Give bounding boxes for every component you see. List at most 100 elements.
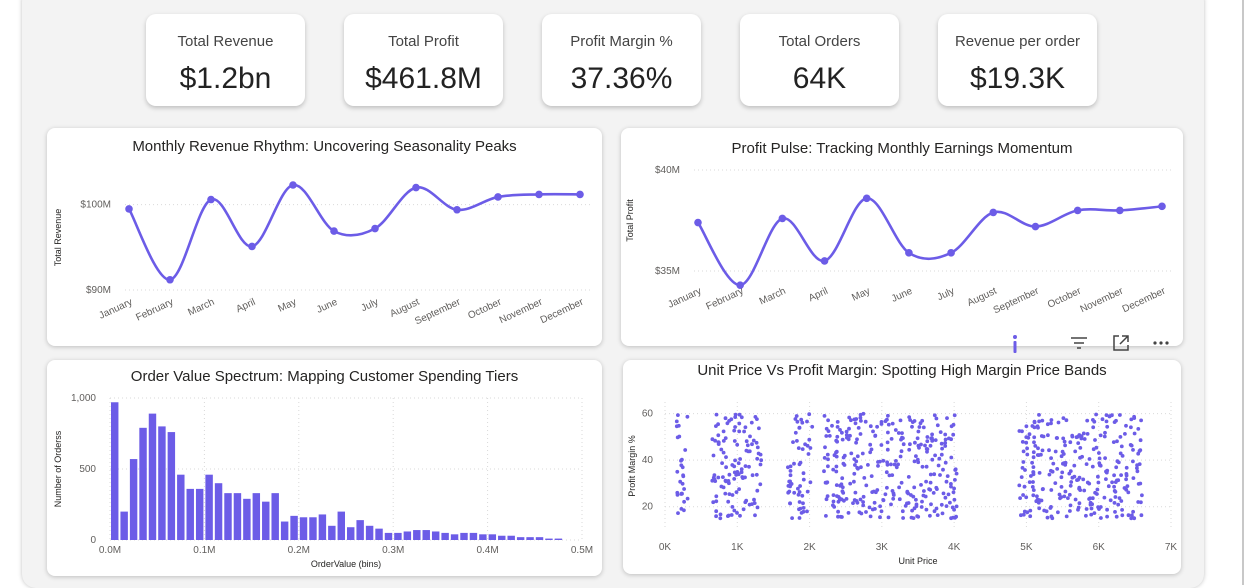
scatter-point [720,461,724,465]
scatter-point [834,483,839,487]
scatter-point [805,443,810,448]
scatter-point [952,497,957,502]
series-line [127,183,581,282]
scatter-point [1139,500,1143,505]
scatter-point [1069,480,1074,484]
scatter-point [1023,468,1027,472]
scatter-point [826,464,830,469]
scatter-point [852,479,856,484]
scatter-point [1051,461,1056,466]
scatter-point [1087,497,1091,501]
scatter-point [905,501,909,506]
scatter-point [714,514,718,519]
scatter-point [935,423,940,428]
histogram-bar [243,498,251,540]
scatter-point [1131,509,1135,514]
scatter-point [853,463,857,467]
histogram-bar [507,535,515,540]
scatter-point [930,457,935,462]
kpi-card-total-revenue[interactable]: Total Revenue $1.2bn [146,14,305,106]
y-tick-label: 500 [79,464,96,475]
scatter-point [871,489,876,494]
order-value-histogram-card[interactable]: Order Value Spectrum: Mapping Customer S… [47,360,602,576]
scatter-point [1097,456,1102,461]
scatter-point [1044,509,1049,514]
scatter-point [797,516,802,520]
scatter-point [1104,419,1109,424]
scatter-point [876,460,880,464]
scatter-point [914,497,918,502]
x-tick-label: July [359,297,380,314]
data-point [248,242,256,251]
y-tick-label: 1,000 [71,393,96,404]
scatter-point [1084,462,1089,466]
filter-icon[interactable] [1068,332,1090,354]
scatter-point [1027,480,1032,484]
x-tick-label: July [936,286,957,303]
histogram-bar [375,528,383,540]
scatter-point [835,425,840,429]
kpi-card-profit-margin[interactable]: Profit Margin % 37.36% [542,14,701,106]
profit-line-chart-card[interactable]: Profit Pulse: Tracking Monthly Earnings … [621,128,1183,346]
scatter-point [1031,455,1036,460]
scatter-point [716,475,721,480]
kpi-card-total-orders[interactable]: Total Orders 64K [740,14,899,106]
x-tick-label: November [498,296,545,326]
scatter-point [899,449,904,454]
scatter-point [912,485,917,490]
scatter-point [806,452,811,456]
price-margin-scatter-card[interactable]: Unit Price Vs Profit Margin: Spotting Hi… [623,360,1181,574]
scatter-point [790,516,794,520]
revenue-line-chart-card[interactable]: Monthly Revenue Rhythm: Uncovering Seaso… [47,128,602,346]
scatter-point [730,505,735,509]
scatter-point [845,435,849,440]
data-point [535,190,543,199]
scatter-point [1054,436,1059,440]
histogram-bar [120,511,128,540]
scatter-point [887,473,892,478]
histogram-bar [177,474,185,540]
scatter-point [824,480,829,485]
scatter-point [924,447,929,451]
scatter-point [919,442,923,447]
scatter-point [1113,495,1118,499]
x-tick-label: June [890,286,915,305]
scatter-point [1031,470,1036,475]
more-options-icon[interactable] [1150,332,1172,354]
scatter-point [834,438,839,443]
revenue-line-chart: $100M $90M Total Revenue January February Mar… [53,181,590,327]
info-icon[interactable] [1004,332,1026,354]
kpi-card-revenue-per-order[interactable]: Revenue per order $19.3K [938,14,1097,106]
scatter-point [1131,459,1135,464]
histogram-bar [516,537,525,540]
scatter-point [918,421,923,426]
scatter-point [796,446,801,450]
scatter-point [1129,417,1134,422]
scatter-point [1063,489,1068,494]
scatter-point [901,442,906,447]
scatter-point [798,506,803,511]
scatter-point [1060,470,1065,475]
scatter-point [836,499,841,504]
scatter-point [724,465,728,470]
scatter-point [1090,496,1095,501]
scatter-point [1056,510,1060,515]
scatter-point [875,424,879,429]
scatter-point [849,418,853,423]
focus-mode-icon[interactable] [1110,332,1132,354]
histogram-bar [469,532,478,540]
scatter-point [910,424,914,429]
kpi-label: Total Orders [778,33,861,50]
data-point [1116,206,1124,215]
kpi-value: $1.2bn [179,62,272,95]
histogram-bar [356,520,364,540]
scatter-point [1087,457,1092,461]
scatter-point [943,437,948,442]
scatter-point [755,456,760,461]
scatter-point [849,451,854,456]
kpi-card-total-profit[interactable]: Total Profit $461.8M [344,14,503,106]
scatter-point [1103,430,1107,435]
scatter-point [711,453,716,458]
scatter-point [1018,496,1022,500]
scatter-point [943,441,948,445]
